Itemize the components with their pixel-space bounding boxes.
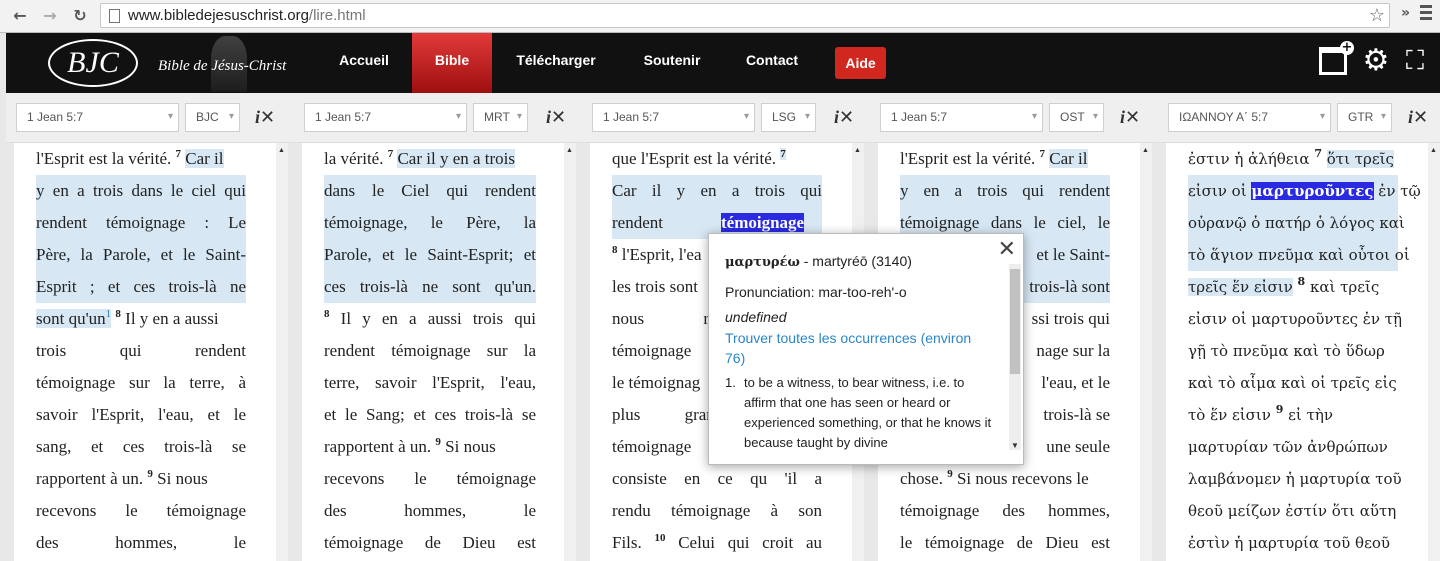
version-select[interactable]: MRT xyxy=(473,103,528,132)
popup-scrollbar[interactable]: ▼ xyxy=(1009,264,1021,450)
bible-panel-mrt: la vérité. 7 Car il y en a trois dans le… xyxy=(302,143,564,561)
clear-panel-button[interactable]: i✕ xyxy=(1408,107,1428,128)
popup-undefined: undefined xyxy=(725,309,787,325)
fullscreen-icon[interactable]: ⛶ xyxy=(1401,47,1429,75)
popup-definition: 1. to be a witness, to bear witness, i.e… xyxy=(725,375,992,450)
extensions-overflow-icon[interactable]: » xyxy=(1401,5,1410,21)
selected-word[interactable]: μαρτυροῦντες xyxy=(1251,182,1374,200)
bible-panel-gtr: ἐστιν ἡ ἀλήθεια 7 ὅτι τρεῖς εἰσιν οἱ μαρ… xyxy=(1166,143,1428,561)
popup-pronunciation: Pronunciation: mar-too-reh'-o xyxy=(725,284,907,300)
version-select[interactable]: OST xyxy=(1049,103,1104,132)
reference-select[interactable]: ΙΩΑΝΝΟΥ Α΄ 5:7 xyxy=(1168,103,1331,132)
settings-gear-icon[interactable]: ⚙ xyxy=(1362,46,1390,76)
clear-panel-button[interactable]: i✕ xyxy=(255,107,275,128)
version-select[interactable]: LSG xyxy=(761,103,816,132)
add-window-icon[interactable]: + xyxy=(1319,41,1354,75)
site-header: BJC Bible de Jésus-Christ Accueil Bible … xyxy=(6,33,1440,101)
nav-contact[interactable]: Contact xyxy=(736,33,808,93)
reference-select[interactable]: 1 Jean 5:7 xyxy=(304,103,467,132)
page-icon xyxy=(109,9,120,23)
site-logo[interactable]: BJC xyxy=(48,39,138,87)
url-text: www.bibledejesuschrist.org/lire.html xyxy=(128,7,366,24)
strongs-popup: ✕ μαρτυρέω - martyréō (3140) Pronunciati… xyxy=(708,233,1024,465)
clear-panel-button[interactable]: i✕ xyxy=(1120,107,1140,128)
close-icon[interactable]: ✕ xyxy=(998,237,1016,262)
nav-bible[interactable]: Bible xyxy=(412,33,492,101)
page-gutter xyxy=(6,143,14,561)
popup-word: μαρτυρέω - martyréō (3140) xyxy=(725,253,912,270)
back-icon[interactable]: ← xyxy=(10,6,30,26)
panel-scrollbar[interactable] xyxy=(1428,143,1440,561)
nav-telecharger[interactable]: Télécharger xyxy=(506,33,606,93)
panel-scrollbar[interactable] xyxy=(564,143,576,561)
reference-select[interactable]: 1 Jean 5:7 xyxy=(16,103,179,132)
find-occurrences-link[interactable]: Trouver toutes les occurrences (environ … xyxy=(725,328,995,368)
clear-panel-button[interactable]: i✕ xyxy=(834,107,854,128)
browser-menu-icon[interactable] xyxy=(1420,5,1432,23)
address-bar[interactable]: www.bibledejesuschrist.org/lire.html ☆ xyxy=(100,3,1390,28)
forward-icon[interactable]: → xyxy=(40,6,60,26)
nav-soutenir[interactable]: Soutenir xyxy=(634,33,710,93)
panel-scrollbar[interactable] xyxy=(1140,143,1152,561)
bookmark-star-icon[interactable]: ☆ xyxy=(1369,5,1385,26)
reference-select[interactable]: 1 Jean 5:7 xyxy=(880,103,1043,132)
panel-scrollbar[interactable] xyxy=(276,143,288,561)
reference-select[interactable]: 1 Jean 5:7 xyxy=(592,103,755,132)
version-select[interactable]: BJC xyxy=(185,103,240,132)
reload-icon[interactable]: ↻ xyxy=(70,6,90,26)
bible-panel-bjc: l'Esprit est la vérité. 7 Car il y en a … xyxy=(14,143,276,561)
browser-toolbar: ← → ↻ www.bibledejesuschrist.org/lire.ht… xyxy=(0,0,1440,33)
panel-gutter xyxy=(1152,143,1166,561)
nav-accueil[interactable]: Accueil xyxy=(326,33,402,93)
site-tagline: Bible de Jésus-Christ xyxy=(158,58,287,74)
selected-word[interactable]: témoignage xyxy=(720,213,805,232)
panel-selector-bar: 1 Jean 5:7 BJC i✕ 1 Jean 5:7 MRT i✕ 1 Je… xyxy=(6,93,1440,143)
footnote-link[interactable]: 1 xyxy=(106,308,112,320)
help-button[interactable]: Aide xyxy=(835,47,886,79)
version-select[interactable]: GTR xyxy=(1337,103,1392,132)
clear-panel-button[interactable]: i✕ xyxy=(546,107,566,128)
panel-gutter xyxy=(576,143,590,561)
panel-gutter xyxy=(288,143,302,561)
